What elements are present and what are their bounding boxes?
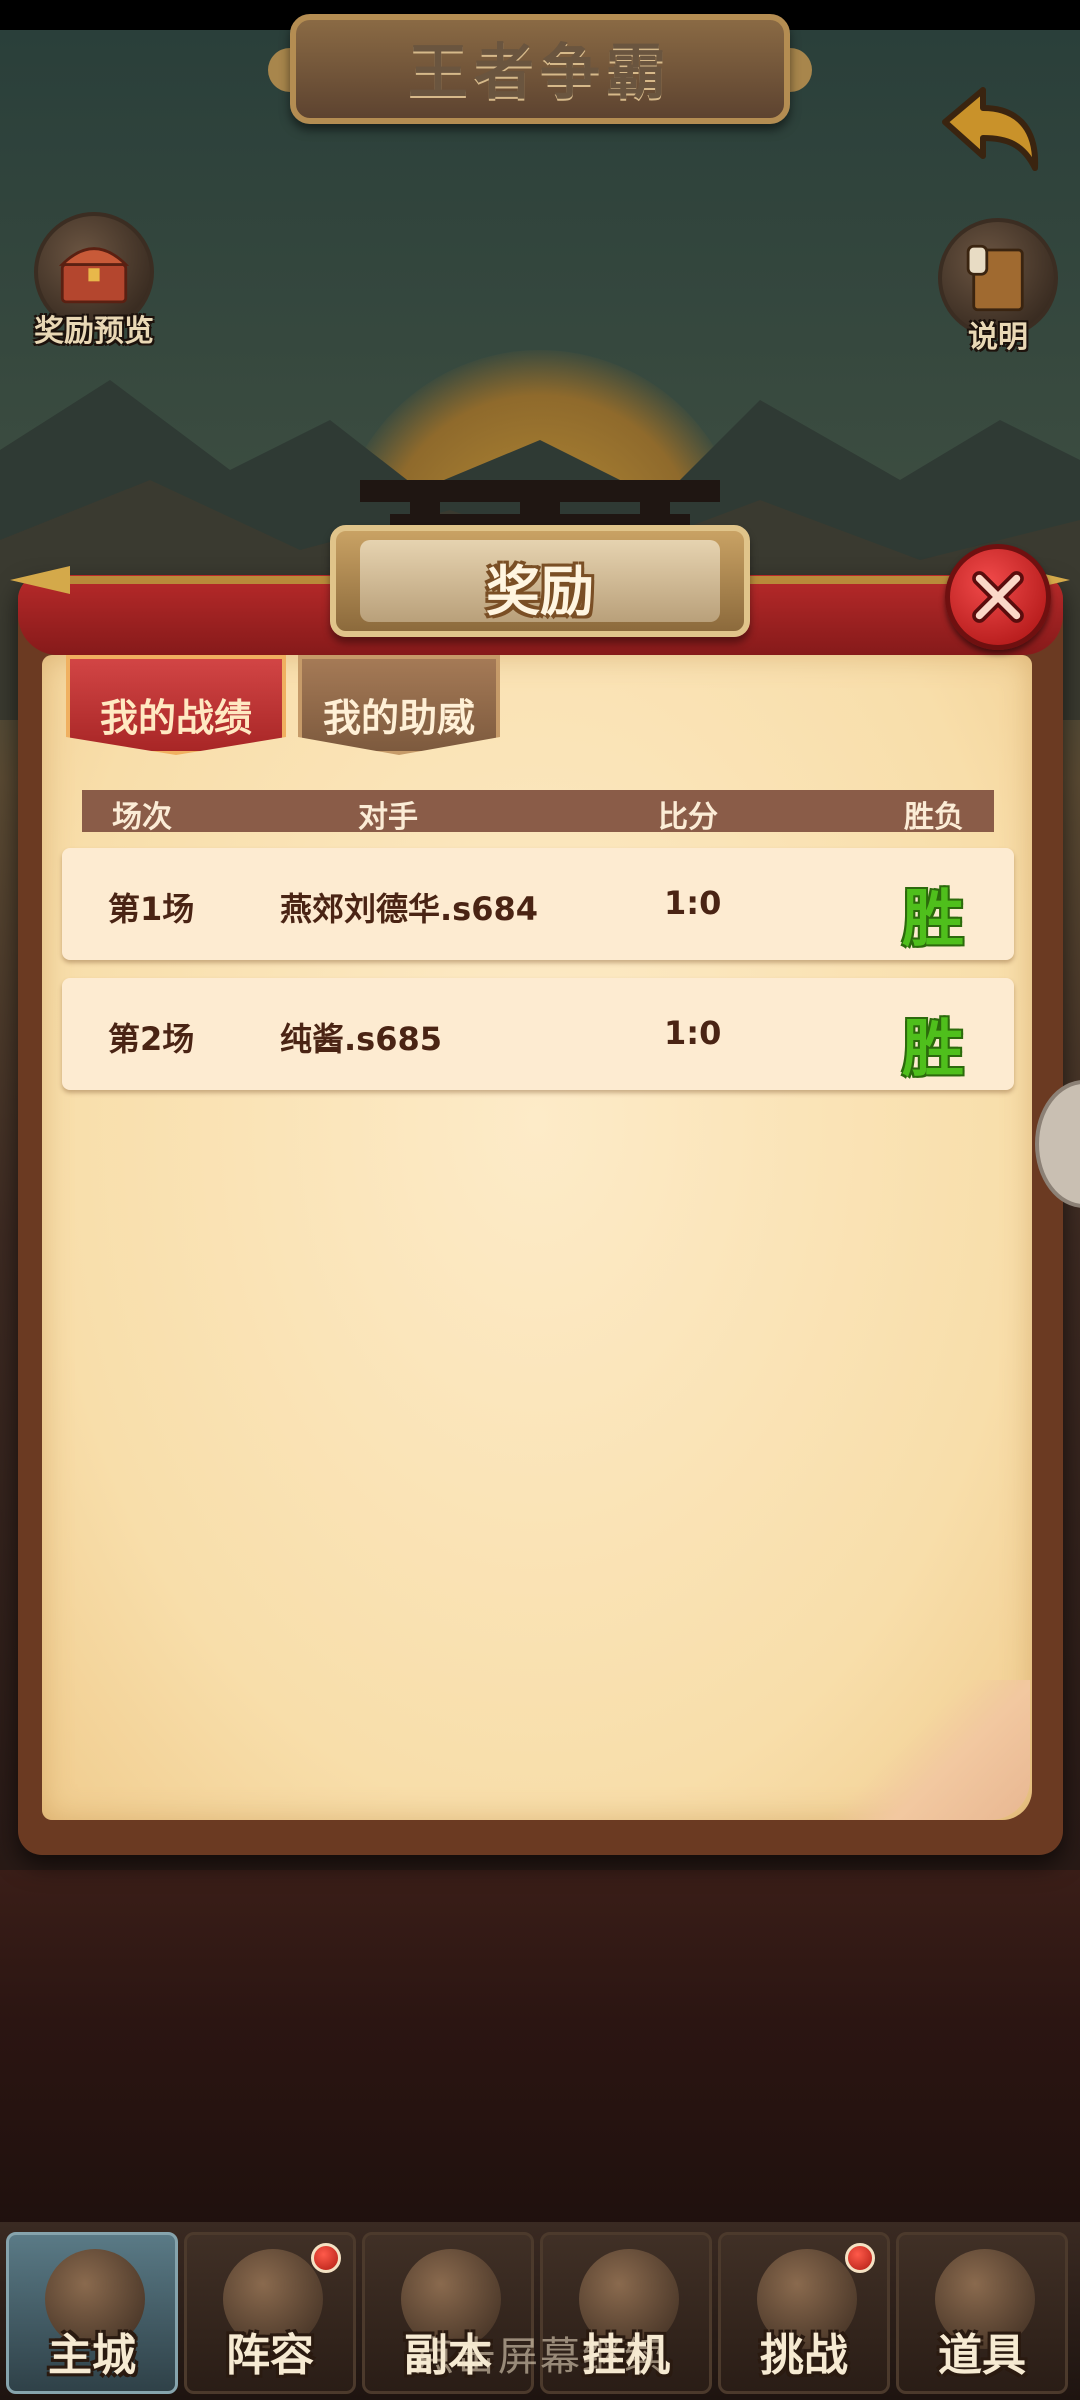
nav-items[interactable]: 道具: [896, 2232, 1068, 2394]
page-title: 王者争霸: [408, 38, 672, 108]
nav-challenge[interactable]: 挑战: [718, 2232, 890, 2394]
reward-preview-label: 奖励预览: [34, 314, 154, 349]
tab-my-cheer[interactable]: 我的助威: [298, 655, 500, 755]
nav-formation[interactable]: 阵容: [184, 2232, 356, 2394]
round-cell: 第1场: [108, 890, 195, 928]
close-button[interactable]: [945, 544, 1051, 650]
nav-label: 挑战: [760, 2330, 848, 2381]
stage-platform: [0, 1870, 1080, 2250]
reward-preview-button[interactable]: 奖励预览: [24, 212, 164, 350]
result-cell: 胜: [902, 882, 965, 955]
instructions-label: 说明: [968, 320, 1028, 355]
column-header-opponent: 对手: [358, 800, 418, 835]
tap-to-continue-hint[interactable]: 点击屏幕继续: [390, 2324, 690, 2382]
nav-main-city[interactable]: 主城: [6, 2232, 178, 2394]
table-row[interactable]: 第2场 纯酱.s685 1:0 胜: [62, 978, 1014, 1090]
tab-my-record[interactable]: 我的战绩: [66, 655, 286, 755]
back-arrow-icon[interactable]: [935, 82, 1045, 182]
score-cell: 1:0: [664, 884, 722, 922]
table-row[interactable]: 第1场 燕郊刘德华.s684 1:0 胜: [62, 848, 1014, 960]
result-cell: 胜: [902, 1012, 965, 1085]
notification-dot: [311, 2243, 341, 2273]
modal-title: 奖励: [486, 560, 594, 623]
opponent-cell: 纯酱.s685: [280, 1020, 443, 1058]
nav-label: 道具: [938, 2330, 1026, 2381]
parchment-curl: [830, 1680, 1030, 1820]
column-header-score: 比分: [658, 800, 718, 835]
nav-label: 阵容: [226, 2330, 314, 2381]
instructions-button[interactable]: 说明: [928, 218, 1068, 356]
round-cell: 第2场: [108, 1020, 195, 1058]
nav-label: 主城: [48, 2330, 136, 2381]
column-header-result: 胜负: [904, 800, 964, 835]
close-icon: [972, 571, 1024, 623]
column-header-round: 场次: [112, 800, 172, 835]
opponent-cell: 燕郊刘德华.s684: [280, 890, 539, 928]
notification-dot: [845, 2243, 875, 2273]
score-cell: 1:0: [664, 1014, 722, 1052]
table-header: 场次 对手 比分 胜负: [82, 790, 994, 835]
